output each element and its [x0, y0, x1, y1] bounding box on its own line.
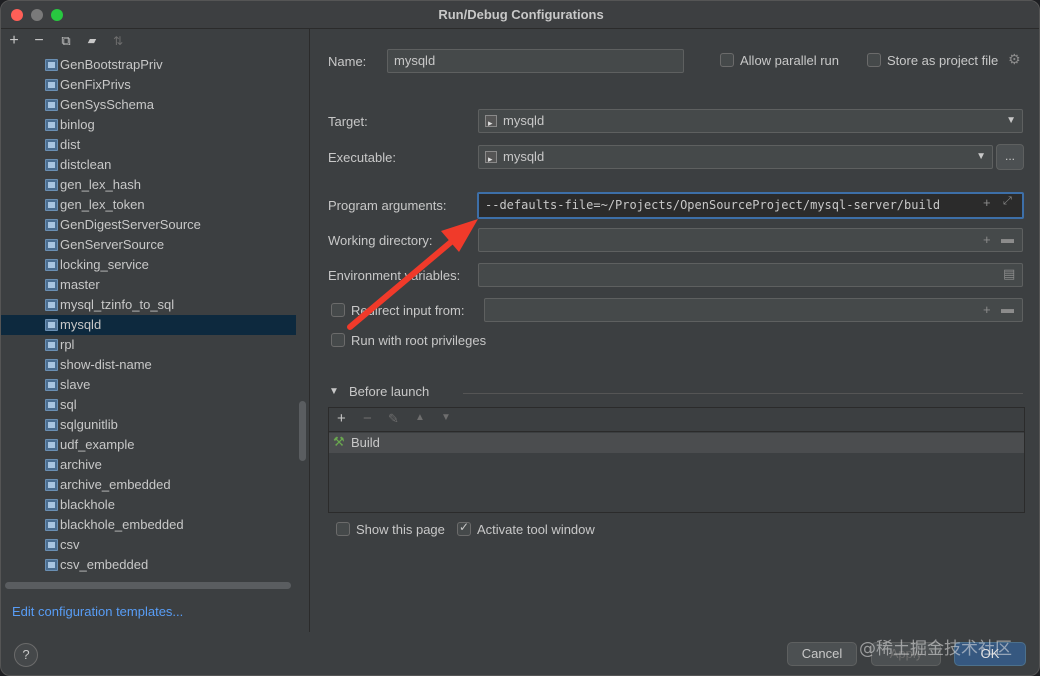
run-debug-dialog: Run/Debug Configurations + − ⧉ ▰ ⇅ GenBo… [0, 0, 1040, 676]
annotation-arrow-icon [347, 219, 478, 330]
